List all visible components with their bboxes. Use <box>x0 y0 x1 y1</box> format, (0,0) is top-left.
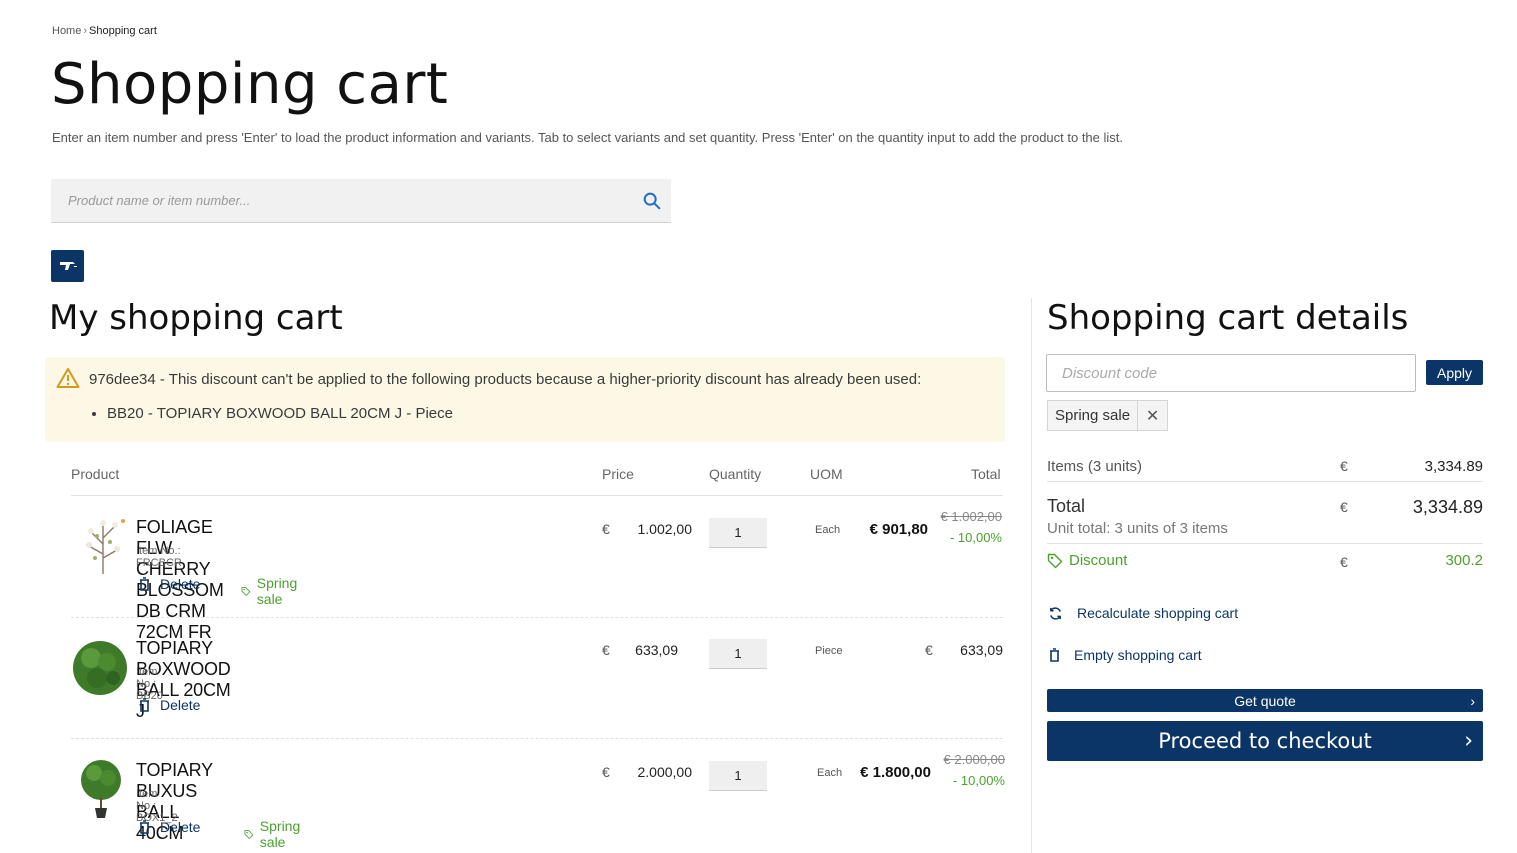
get-quote-button[interactable]: Get quote › <box>1047 689 1483 712</box>
total-value: 3,334.89 <box>1412 497 1483 517</box>
row-divider <box>71 738 1003 739</box>
discount-summary-currency: € <box>1340 554 1348 570</box>
column-divider <box>1031 298 1032 853</box>
recalculate-label: Recalculate shopping cart <box>1077 605 1239 621</box>
barcode-scanner-icon <box>59 262 77 270</box>
discount-summary: Discount <box>1047 552 1127 569</box>
warning-message: 976dee34 - This discount can't be applie… <box>89 371 922 388</box>
delete-button[interactable]: Delete <box>139 576 200 592</box>
checkout-label: Proceed to checkout <box>1158 729 1372 753</box>
remove-discount-button[interactable]: ✕ <box>1137 401 1167 430</box>
refresh-icon <box>1050 606 1061 620</box>
delete-button[interactable]: Delete <box>139 697 200 713</box>
get-quote-label: Get quote <box>1234 692 1296 709</box>
unit-of-measure: Each <box>817 767 843 779</box>
quantity-input[interactable] <box>709 639 767 669</box>
price-currency: € <box>602 642 610 658</box>
breadcrumb-current: Shopping cart <box>89 25 157 37</box>
product-image[interactable] <box>71 636 131 698</box>
warning-item-list: BB20 - TOPIARY BOXWOOD BALL 20CM J - Pie… <box>107 405 453 422</box>
breadcrumb-separator: › <box>83 25 88 37</box>
apply-discount-button[interactable]: Apply <box>1426 360 1483 385</box>
items-summary-label: Items (3 units) <box>1047 458 1143 475</box>
page-title: Shopping cart <box>51 52 449 117</box>
breadcrumb-home-link[interactable]: Home <box>52 25 81 37</box>
total-currency: € <box>1340 499 1348 515</box>
delete-button[interactable]: Delete <box>139 819 200 835</box>
original-line-total: € 2.000,00 <box>943 752 1005 767</box>
breadcrumb: Home › Shopping cart <box>52 25 157 37</box>
summary-divider <box>1047 543 1483 544</box>
column-header-quantity: Quantity <box>709 466 762 482</box>
unit-price: 1.002,00 <box>637 521 693 537</box>
discount-percentage: - 10,00% <box>949 530 1002 545</box>
product-image[interactable] <box>71 758 131 820</box>
discount-summary-value: 300.2 <box>1445 552 1483 569</box>
column-header-product: Product <box>71 466 120 482</box>
product-image[interactable] <box>73 514 133 576</box>
price-currency: € <box>602 521 610 537</box>
warning-item: BB20 - TOPIARY BOXWOOD BALL 20CM J - Pie… <box>107 405 453 422</box>
table-header-divider <box>71 495 1003 496</box>
item-number: Item No.: FRCBCR <box>136 545 182 569</box>
items-summary-currency: € <box>1340 458 1348 474</box>
promotion-label: Spring sale <box>259 818 301 850</box>
barcode-scan-button[interactable] <box>51 250 84 282</box>
empty-cart-label: Empty shopping cart <box>1074 647 1202 663</box>
quantity-input[interactable] <box>709 761 767 791</box>
discount-warning: 976dee34 - This discount can't be applie… <box>45 357 1005 442</box>
details-title: Shopping cart details <box>1047 298 1409 338</box>
instructions-text: Enter an item number and press 'Enter' t… <box>52 130 1124 145</box>
items-summary-value: 3,334.89 <box>1424 458 1483 475</box>
column-header-price: Price <box>602 466 634 482</box>
delete-label: Delete <box>160 697 201 713</box>
price-currency: € <box>602 764 610 780</box>
unit-price: 633,09 <box>635 642 678 658</box>
chevron-right-icon: › <box>1464 728 1473 754</box>
column-header-uom: UOM <box>810 466 843 482</box>
summary-divider <box>1047 481 1483 482</box>
proceed-to-checkout-button[interactable]: Proceed to checkout › <box>1047 721 1483 761</box>
trash-icon <box>140 698 149 712</box>
empty-cart-button[interactable]: Empty shopping cart <box>1049 647 1202 663</box>
trash-icon <box>140 820 149 834</box>
discount-percentage: - 10,00% <box>952 773 1005 788</box>
trash-icon <box>1050 648 1059 662</box>
trash-icon <box>140 577 149 591</box>
product-search <box>51 179 671 223</box>
applied-discount-label: Spring sale <box>1055 407 1131 424</box>
quantity-input[interactable] <box>709 518 767 548</box>
promotion-tag: Spring sale <box>244 818 305 850</box>
line-total: 633,09 <box>960 642 1003 658</box>
warning-icon <box>56 368 80 388</box>
search-input[interactable] <box>51 179 621 222</box>
discount-summary-label: Discount <box>1069 552 1128 569</box>
recalculate-cart-button[interactable]: Recalculate shopping cart <box>1048 605 1238 621</box>
unit-of-measure: Each <box>815 524 841 536</box>
unit-price: 2.000,00 <box>637 764 693 780</box>
column-header-total: Total <box>971 466 1001 482</box>
tag-icon <box>244 829 254 839</box>
unit-total-text: Unit total: 3 units of 3 items <box>1047 520 1228 537</box>
applied-discount-chip: Spring sale ✕ <box>1047 400 1169 431</box>
cart-title: My shopping cart <box>49 298 343 338</box>
total-label: Total <box>1047 496 1086 516</box>
discount-code-input[interactable] <box>1046 354 1416 392</box>
promotion-tag: Spring sale <box>241 575 302 607</box>
delete-label: Delete <box>160 819 201 835</box>
tag-icon <box>241 586 251 596</box>
total-currency: € <box>925 642 933 658</box>
row-divider <box>71 617 1003 618</box>
search-icon[interactable] <box>641 190 663 212</box>
chevron-right-icon: › <box>1470 692 1475 709</box>
promotion-label: Spring sale <box>256 575 298 607</box>
original-line-total: € 1.002,00 <box>940 509 1002 524</box>
tag-icon <box>1047 553 1063 568</box>
unit-of-measure: Piece <box>815 645 843 657</box>
delete-label: Delete <box>160 576 201 592</box>
